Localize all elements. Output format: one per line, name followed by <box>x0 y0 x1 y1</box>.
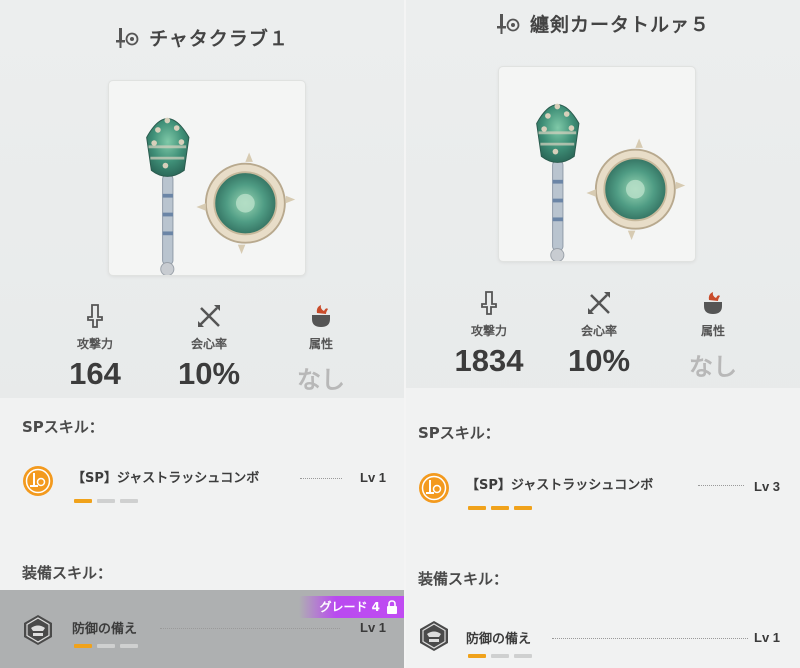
sword-and-shield-icon <box>496 13 520 34</box>
sword-icon <box>87 304 103 328</box>
sp-skill-row[interactable]: 【SP】ジャストラッシュコンボ Lv 1 <box>0 453 404 513</box>
skills-section: SPスキル： 【SP】ジャストラッシュコンボ Lv 3 装備スキル： 防御の備え… <box>406 388 800 668</box>
leader-dots <box>300 478 342 479</box>
equip-skill-row[interactable]: 防御の備え Lv 1 <box>406 608 800 668</box>
weapon-image <box>498 66 696 264</box>
sp-skill-heading: SPスキル： <box>418 424 500 442</box>
sword-icon <box>481 291 497 315</box>
sp-skill-name: 【SP】ジャストラッシュコンボ <box>72 471 260 486</box>
attack-stat: 攻撃力 164 <box>40 303 150 392</box>
equip-skill-name: 防御の備え <box>72 622 138 637</box>
affinity-stat: 会心率 10% <box>154 303 264 392</box>
equip-skill-heading: 装備スキル： <box>22 564 113 582</box>
grade-badge-label: グレード 4 <box>319 600 380 614</box>
leader-dots <box>552 638 748 639</box>
sp-skill-name: 【SP】ジャストラッシュコンボ <box>466 478 654 493</box>
sword-and-shield-icon <box>116 27 139 48</box>
equip-skill-level: Lv 1 <box>754 630 781 645</box>
element-label: 属性 <box>308 337 333 351</box>
weapon-name: 纏剣カータトルァ５ <box>529 14 710 36</box>
affinity-label: 会心率 <box>190 337 227 351</box>
attack-value: 164 <box>69 356 121 391</box>
affinity-stat: 会心率 10% <box>544 290 654 379</box>
element-stat: 属性 なし <box>266 303 376 395</box>
sp-skill-level-bars <box>468 506 532 510</box>
attack-stat: 攻撃力 1834 <box>434 290 544 379</box>
equip-skill-level: Lv 1 <box>360 620 387 635</box>
sp-skill-icon <box>23 466 53 496</box>
right-weapon-panel: 纏剣カータトルァ５ 攻撃力 1834 会心率 10% 属性 なし SPスキル： <box>404 0 800 668</box>
sp-skill-level-bars <box>74 499 138 503</box>
affinity-value: 10% <box>177 356 241 391</box>
left-weapon-title-row: チャタクラブ１ <box>0 24 404 51</box>
equip-skill-name: 防御の備え <box>466 632 532 647</box>
attack-label: 攻撃力 <box>76 337 113 351</box>
sp-skill-row[interactable]: 【SP】ジャストラッシュコンボ Lv 3 <box>406 460 800 520</box>
grade-badge: グレード 4 <box>299 596 404 618</box>
attack-value: 1834 <box>454 343 524 378</box>
weapon-image <box>108 80 306 278</box>
affinity-icon <box>198 305 220 327</box>
affinity-icon <box>588 292 610 314</box>
sp-skill-level: Lv 1 <box>360 470 387 485</box>
equip-skill-heading: 装備スキル： <box>418 570 509 588</box>
sp-skill-heading: SPスキル： <box>22 418 104 436</box>
affinity-label: 会心率 <box>580 324 617 338</box>
sp-skill-level: Lv 3 <box>754 479 781 494</box>
affinity-value: 10% <box>567 343 631 378</box>
equip-skill-row[interactable]: グレード 4 防御の備え Lv 1 <box>0 590 404 668</box>
element-label: 属性 <box>700 324 725 338</box>
leader-dots <box>698 485 744 486</box>
element-icon <box>704 292 722 314</box>
left-weapon-panel: チャタクラブ１ 攻撃力 164 会心率 10% 属性 なし SPスキル： 【SP… <box>0 0 404 668</box>
weapon-name: チャタクラブ１ <box>149 28 289 50</box>
element-value: なし <box>689 353 737 381</box>
element-stat: 属性 なし <box>658 290 768 382</box>
lock-icon <box>387 600 397 614</box>
equip-skill-level-bars <box>468 654 532 658</box>
defense-skill-icon <box>24 615 52 645</box>
attack-label: 攻撃力 <box>470 324 507 338</box>
element-value: なし <box>297 366 345 394</box>
sp-skill-icon <box>419 473 449 503</box>
defense-skill-icon <box>420 621 448 651</box>
right-weapon-title-row: 纏剣カータトルァ５ <box>406 10 800 37</box>
element-icon <box>312 305 330 327</box>
equip-skill-level-bars <box>74 644 138 648</box>
leader-dots <box>160 628 340 629</box>
